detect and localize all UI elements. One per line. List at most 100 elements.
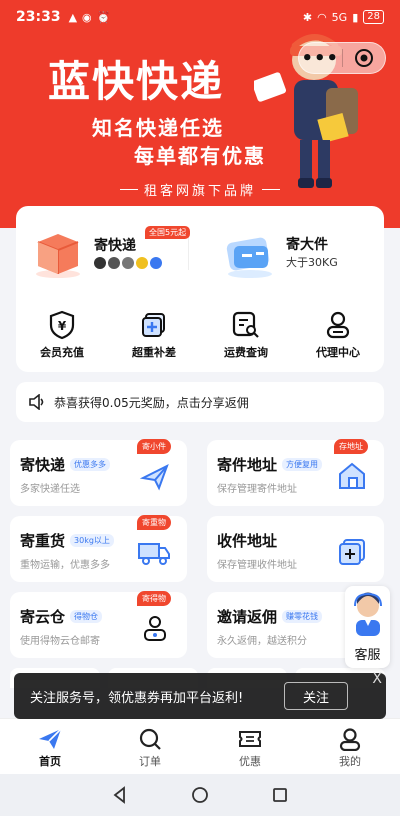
tab-mine[interactable]: 我的 bbox=[300, 719, 400, 774]
bottom-tab-bar: 首页 订单 优惠 我的 bbox=[0, 718, 400, 774]
card-title: 寄件地址 bbox=[217, 456, 278, 474]
battery-indicator: 28 bbox=[363, 10, 384, 24]
quick-overweight-top-up[interactable]: 超重补差 bbox=[108, 310, 200, 360]
card-subtitle: 保存管理收件地址 bbox=[217, 560, 297, 571]
warehouse-person-icon bbox=[144, 616, 166, 641]
card-subtitle: 使用得物云仓邮寄 bbox=[20, 636, 100, 647]
banner-title: 蓝快快递 bbox=[48, 57, 225, 106]
service-label: 客服 bbox=[354, 648, 381, 663]
tab-coupons[interactable]: 优惠 bbox=[200, 719, 300, 774]
quick-freight-query[interactable]: 运费查询 bbox=[200, 310, 292, 360]
card-badge: 30kg以上 bbox=[70, 534, 114, 547]
card-badge: 赚零花钱 bbox=[282, 610, 323, 623]
quick-label: 会员充值 bbox=[40, 346, 84, 359]
brand-text: 租客网旗下品牌 bbox=[144, 184, 257, 199]
send-big-title: 寄大件 bbox=[286, 237, 328, 253]
quick-agent-center[interactable]: 代理中心 bbox=[292, 310, 384, 360]
ticket-icon bbox=[239, 731, 261, 747]
airplane-icon bbox=[139, 463, 169, 491]
notice-text: 恭喜获得0.05元奖励，点击分享返佣 bbox=[54, 395, 249, 410]
card-subtitle: 重物运输，优惠多多 bbox=[20, 560, 110, 571]
send-big-subtitle: 大于30KG bbox=[286, 256, 338, 269]
card-title: 邀请返佣 bbox=[217, 608, 278, 626]
recents-icon[interactable] bbox=[271, 786, 289, 804]
card-title: 收件地址 bbox=[217, 532, 278, 550]
tab-home[interactable]: 首页 bbox=[0, 719, 100, 774]
status-notification-icons: ▲ ◉ ⏰ bbox=[69, 11, 111, 24]
send-card: 寄快递 寄大件 大于30KG ¥ 会员充值 超重补差 运费查询 代理中心 bbox=[16, 206, 384, 372]
warning-icon: ▲ bbox=[68, 10, 78, 24]
follow-account-toast: 关注服务号，领优惠券再加平台返利! 关注 X bbox=[14, 671, 386, 719]
status-time: 23:33 bbox=[16, 9, 61, 25]
signal-icon: ▮ bbox=[352, 10, 359, 24]
hero-banner[interactable]: 蓝快快递 知名快递任选 每单都有优惠 租客网旗下品牌 bbox=[0, 0, 400, 228]
target-close-icon bbox=[354, 49, 373, 67]
paper-plane-icon bbox=[39, 728, 62, 749]
quick-label: 代理中心 bbox=[316, 346, 360, 359]
card-corner-tag: 寄重物 bbox=[137, 515, 171, 530]
signal-label: 5G bbox=[331, 10, 348, 24]
eye-icon: ◉ bbox=[82, 10, 92, 24]
card-title: 寄快递 bbox=[20, 456, 66, 474]
tab-label: 我的 bbox=[339, 755, 361, 768]
card-subtitle: 保存管理寄件地址 bbox=[217, 484, 297, 495]
truck-icon bbox=[138, 543, 170, 565]
card-send-heavy[interactable]: 寄重货 30kg以上 重物运输，优惠多多 寄重物 bbox=[10, 515, 187, 582]
follow-button[interactable]: 关注 bbox=[284, 682, 348, 710]
home-icon[interactable] bbox=[191, 786, 209, 804]
miniprogram-capsule: ••• bbox=[298, 42, 386, 74]
truck-card-icon bbox=[226, 237, 272, 278]
reward-notice-bar[interactable]: 恭喜获得0.05元奖励，点击分享返佣 bbox=[16, 382, 384, 422]
quick-member-recharge[interactable]: ¥ 会员充值 bbox=[16, 310, 108, 360]
speaker-icon bbox=[29, 394, 44, 410]
user-icon bbox=[339, 728, 361, 751]
service-agent-icon bbox=[353, 592, 382, 636]
card-badge: 优惠多多 bbox=[70, 458, 111, 471]
express-price-tag: 全国5元起 bbox=[145, 226, 191, 239]
banner-slogan-2: 每单都有优惠 bbox=[134, 144, 266, 168]
back-icon[interactable] bbox=[111, 786, 129, 804]
card-send-cloud-warehouse[interactable]: 寄云仓 得物仓 使用得物云仓邮寄 寄得物 bbox=[10, 591, 187, 658]
house-icon bbox=[339, 462, 365, 489]
card-sender-address[interactable]: 寄件地址 方便复用 保存管理寄件地址 存地址 bbox=[207, 439, 384, 506]
tab-label: 订单 bbox=[139, 755, 161, 768]
quick-label: 超重补差 bbox=[132, 346, 176, 359]
card-title: 寄重货 bbox=[20, 532, 66, 550]
system-navigation-bar bbox=[0, 774, 400, 816]
quick-label: 运费查询 bbox=[224, 346, 268, 359]
card-subtitle: 永久返佣，越送积分 bbox=[217, 636, 307, 647]
more-menu-button[interactable]: ••• bbox=[299, 48, 342, 69]
banner-slogan-1: 知名快递任选 bbox=[92, 116, 224, 140]
card-send-express[interactable]: 寄快递 优惠多多 多家快递任选 寄小件 bbox=[10, 439, 187, 506]
card-subtitle: 多家快递任选 bbox=[20, 484, 80, 495]
agent-person-icon bbox=[326, 311, 350, 339]
send-express-entry[interactable]: 寄快递 bbox=[30, 224, 162, 280]
svg-text:¥: ¥ bbox=[58, 319, 67, 333]
tab-label: 首页 bbox=[39, 755, 61, 768]
toast-text: 关注服务号，领优惠券再加平台返利! bbox=[30, 690, 244, 706]
tab-orders[interactable]: 订单 bbox=[100, 719, 200, 774]
member-shield-yen-icon: ¥ bbox=[49, 310, 75, 340]
card-receiver-address[interactable]: 收件地址 保存管理收件地址 bbox=[207, 516, 384, 582]
freight-search-icon bbox=[232, 311, 259, 338]
add-address-icon bbox=[339, 539, 365, 565]
customer-service-button[interactable]: 客服 bbox=[345, 586, 390, 668]
search-icon bbox=[139, 728, 161, 750]
card-corner-tag: 存地址 bbox=[334, 439, 368, 454]
wifi-icon: ◠ bbox=[317, 10, 327, 24]
courier-logos bbox=[94, 257, 162, 269]
card-corner-tag: 寄得物 bbox=[137, 591, 171, 606]
status-bar: 23:33 ▲ ◉ ⏰ ✱ ◠ 5G ▮ 28 bbox=[0, 0, 400, 34]
toast-close-button[interactable]: X bbox=[372, 671, 382, 687]
bluetooth-icon: ✱ bbox=[302, 10, 313, 24]
tab-label: 优惠 bbox=[239, 755, 261, 768]
status-right-icons: ✱ ◠ 5G ▮ 28 bbox=[303, 10, 384, 24]
card-badge: 方便复用 bbox=[282, 458, 323, 471]
send-big-item-entry[interactable]: 寄大件 大于30KG bbox=[222, 224, 338, 280]
card-badge: 得物仓 bbox=[70, 610, 103, 623]
card-corner-tag: 寄小件 bbox=[137, 439, 171, 454]
close-miniprogram-button[interactable] bbox=[343, 48, 386, 68]
card-title: 寄云仓 bbox=[20, 608, 66, 626]
alarm-icon: ⏰ bbox=[96, 10, 111, 24]
overweight-plus-icon bbox=[142, 313, 165, 337]
